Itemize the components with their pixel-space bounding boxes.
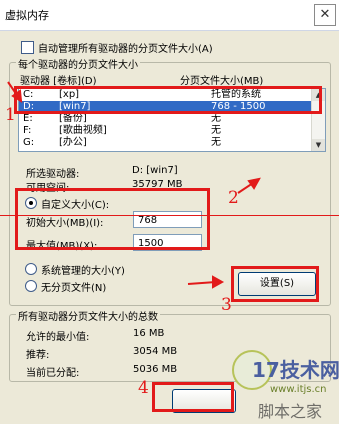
arrow-2-head-icon xyxy=(247,177,261,190)
watermark-brand: 脚本之家 xyxy=(258,402,323,421)
watermark-url: www.itjs.cn xyxy=(270,384,327,395)
arrow-3-head-icon xyxy=(212,275,225,289)
watermark: 17技术网 www.itjs.cn 脚本之家 xyxy=(232,350,339,421)
watermark-site: 17技术网 xyxy=(252,358,339,382)
arrow-3-icon xyxy=(187,281,217,285)
